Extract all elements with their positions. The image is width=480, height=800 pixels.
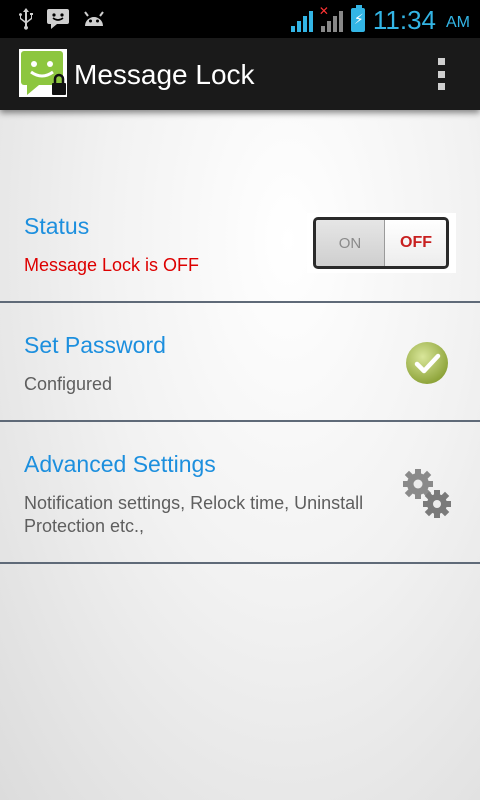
set-password-subtitle: Configured [24,374,113,394]
wifi-signal-icon [290,8,313,32]
advanced-settings-subtitle: Notification settings, Relock time, Unin… [24,493,364,536]
message-lock-app-icon[interactable] [19,49,67,97]
set-password-title: Set Password [24,332,166,358]
status-toggle-switch[interactable]: ON OFF [307,213,456,273]
status-bar-notifications [18,8,106,30]
usb-icon [19,8,33,30]
message-notification-icon [47,9,69,29]
toggle-off-label: OFF [384,220,446,266]
overflow-menu-icon[interactable] [438,58,446,90]
status-setting-row[interactable]: Status Message Lock is OFF [0,110,480,302]
no-signal-icon: ✕ [319,4,343,32]
toggle-track: ON OFF [313,217,449,269]
toggle-on-label: ON [316,220,384,266]
status-title: Status [24,213,90,239]
clock-time: 11:34 [372,5,436,35]
android-debug-icon [84,11,104,26]
advanced-settings-title: Advanced Settings [24,451,216,477]
checkmark-icon [406,342,448,384]
status-bar-system: ✕ ⚡ 11:34 AM [290,4,470,35]
divider [0,562,480,564]
status-bar: ✕ ⚡ 11:34 AM [0,0,480,38]
clock-ampm: AM [446,14,470,31]
gears-icon [403,469,451,518]
app-title: Message Lock [74,59,255,90]
action-bar: Message Lock [0,38,480,110]
battery-charging-icon: ⚡ [350,5,365,32]
